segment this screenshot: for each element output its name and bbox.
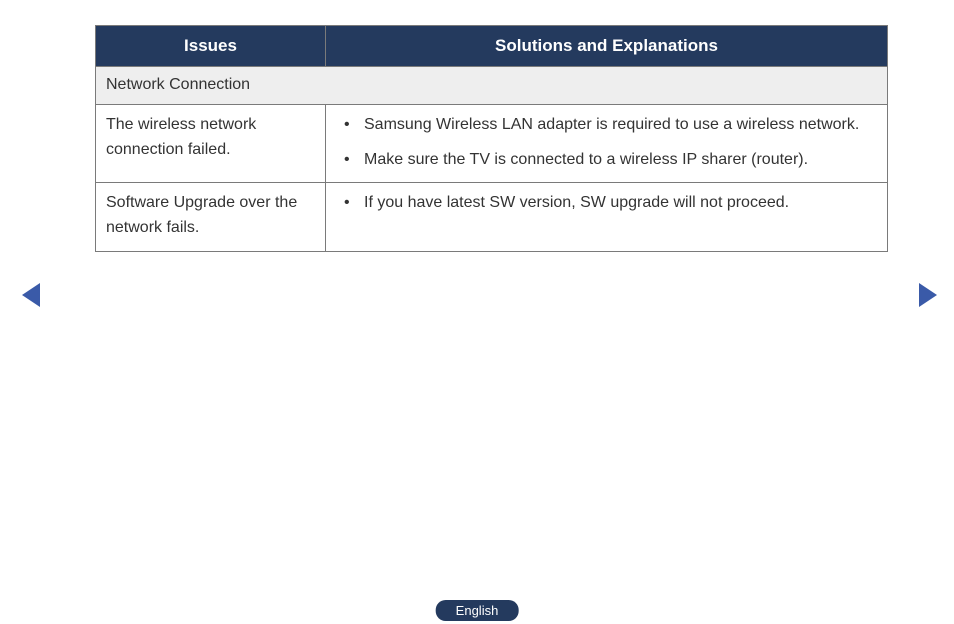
section-row-network-connection: Network Connection bbox=[96, 67, 888, 105]
solution-cell: Samsung Wireless LAN adapter is required… bbox=[326, 104, 888, 183]
table-row: The wireless network connection failed. … bbox=[96, 104, 888, 183]
section-label: Network Connection bbox=[96, 67, 888, 105]
table-row: Software Upgrade over the network fails.… bbox=[96, 183, 888, 252]
header-solutions: Solutions and Explanations bbox=[326, 26, 888, 67]
next-page-button[interactable] bbox=[919, 283, 937, 307]
previous-page-button[interactable] bbox=[22, 283, 40, 307]
issue-cell: The wireless network connection failed. bbox=[96, 104, 326, 183]
issue-cell: Software Upgrade over the network fails. bbox=[96, 183, 326, 252]
list-item: If you have latest SW version, SW upgrad… bbox=[336, 191, 877, 216]
solution-list: If you have latest SW version, SW upgrad… bbox=[336, 191, 877, 216]
language-indicator: English bbox=[436, 600, 519, 621]
list-item: Make sure the TV is connected to a wirel… bbox=[336, 148, 877, 173]
solution-cell: If you have latest SW version, SW upgrad… bbox=[326, 183, 888, 252]
troubleshooting-table: Issues Solutions and Explanations Networ… bbox=[95, 25, 888, 252]
header-issues: Issues bbox=[96, 26, 326, 67]
solution-list: Samsung Wireless LAN adapter is required… bbox=[336, 113, 877, 173]
troubleshooting-table-container: Issues Solutions and Explanations Networ… bbox=[95, 25, 888, 252]
list-item: Samsung Wireless LAN adapter is required… bbox=[336, 113, 877, 138]
